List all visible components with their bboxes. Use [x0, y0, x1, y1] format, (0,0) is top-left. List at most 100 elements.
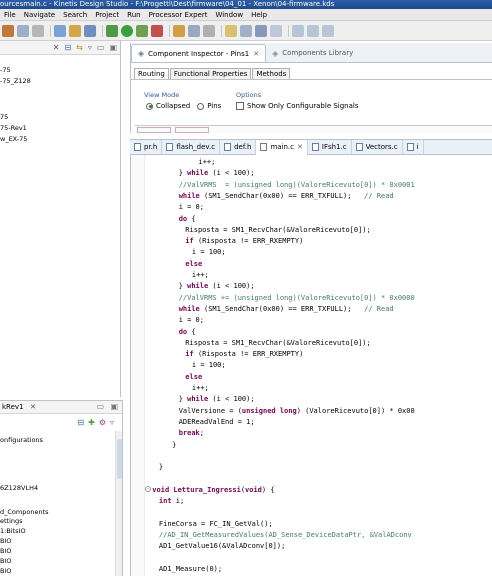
code-line[interactable]: //ValVRMS = (unsigned long)(ValoreRicevu… — [179, 180, 415, 190]
terminal-icon[interactable] — [84, 24, 96, 37]
editor-tab[interactable]: main.c ✕ — [256, 139, 308, 155]
new-icon[interactable] — [17, 24, 29, 37]
editor-tab[interactable]: def.h — [220, 139, 257, 155]
code-line[interactable]: AD1_GetValue16(&ValADconv[0]); — [159, 541, 285, 551]
run-icon[interactable] — [121, 24, 133, 37]
external-tools-icon[interactable] — [136, 24, 148, 37]
code-line[interactable]: ADEReadValEnd = 1; — [179, 417, 255, 427]
column-header[interactable] — [175, 127, 209, 133]
forward-icon[interactable] — [322, 24, 334, 37]
code-line[interactable]: i++; — [192, 270, 209, 280]
vertical-scrollbar[interactable] — [115, 431, 122, 576]
component-tree-item[interactable]: BIO — [0, 537, 12, 545]
collapsed-radio[interactable] — [146, 102, 153, 110]
subtab-functional-properties[interactable]: Functional Properties — [169, 68, 252, 79]
debug-icon[interactable] — [106, 24, 118, 37]
collapse-all-icon[interactable]: ⊟ — [77, 418, 84, 427]
component-tree-item[interactable]: BIO — [0, 557, 12, 565]
code-line[interactable]: i++; — [199, 157, 216, 167]
close-icon[interactable]: ✕ — [30, 401, 36, 413]
code-line[interactable]: else — [185, 372, 202, 382]
code-line[interactable]: //ValVRMS += (unsigned long)(ValoreRicev… — [179, 293, 415, 303]
close-icon[interactable]: ✕ — [297, 143, 303, 151]
maximize-icon[interactable]: ▣ — [109, 43, 117, 52]
code-line[interactable]: } — [172, 440, 176, 450]
project-tree-item[interactable]: -75_Z128 — [0, 77, 31, 85]
code-line[interactable]: Risposta = SM1_RecvChar(&ValoreRicevuto[… — [185, 225, 370, 235]
build-icon[interactable] — [2, 24, 14, 37]
menu-navigate[interactable]: Navigate — [20, 11, 59, 19]
code-line[interactable]: while (SM1_SendChar(0x00) == ERR_TXFULL)… — [179, 191, 394, 201]
code-line[interactable]: } — [159, 462, 163, 472]
copy-icon[interactable] — [54, 24, 66, 37]
show-whitespace-icon[interactable] — [255, 24, 267, 37]
code-line[interactable]: do { — [179, 214, 196, 224]
code-line[interactable]: int i; — [159, 496, 184, 506]
project-tree-item[interactable]: 75 — [0, 113, 8, 121]
project-tree-item[interactable]: 75-Rev1 — [0, 124, 27, 132]
collapse-all-icon[interactable]: ⊟ — [64, 43, 71, 52]
tab-components-library[interactable]: ◈ Components Library — [266, 44, 359, 62]
code-editor[interactable]: - i++;} while (i < 100);//ValVRMS = (uns… — [130, 155, 492, 576]
search-icon[interactable] — [188, 24, 200, 37]
code-line[interactable]: if (Risposta != ERR_RXEMPTY) — [185, 236, 303, 246]
code-line[interactable]: ValVersione = (unsigned long) (ValoreRic… — [179, 406, 415, 416]
editor-tab[interactable]: flash_dev.c — [162, 139, 221, 155]
minimize-icon[interactable]: ▭ — [96, 401, 104, 413]
view-menu-icon[interactable]: ▿ — [110, 418, 114, 427]
component-tree-item[interactable]: BIO — [0, 547, 12, 555]
components-tab[interactable]: kRev1 — [2, 403, 24, 411]
editor-tab[interactable]: i — [403, 139, 424, 155]
code-line[interactable]: AD1_Measure(0); — [159, 564, 222, 574]
code-line[interactable]: } while (i < 100); — [179, 168, 255, 178]
code-line[interactable]: else — [185, 259, 202, 269]
scrollbar-thumb[interactable] — [117, 439, 122, 479]
maximize-icon[interactable]: ▣ — [110, 401, 118, 413]
pins-radio[interactable] — [197, 102, 205, 110]
code-line[interactable]: Risposta = SM1_RecvChar(&ValoreRicevuto[… — [185, 338, 370, 348]
code-line[interactable]: } while (i < 100); — [179, 394, 255, 404]
component-tree-item[interactable]: 1:BitsIO — [0, 527, 26, 535]
generate-code-icon[interactable]: ⚙ — [99, 418, 106, 427]
code-line[interactable]: if (Risposta != ERR_RXEMPTY) — [185, 349, 303, 359]
project-tree-item[interactable]: -75 — [0, 66, 11, 74]
block-selection-icon[interactable] — [270, 24, 282, 37]
menu-processor-expert[interactable]: Processor Expert — [145, 11, 212, 19]
menu-project[interactable]: Project — [91, 11, 123, 19]
tab-component-inspector[interactable]: ◈ Component Inspector - Pins1 ✕ — [131, 44, 267, 62]
project-tree-item[interactable]: w_EX-75 — [0, 135, 27, 143]
code-line[interactable]: } while (i < 100); — [179, 281, 255, 291]
editor-tab[interactable]: IFsh1.c — [308, 139, 352, 155]
code-line[interactable]: //AD_IN_GetMeasuredValues(AD_Sense_Devic… — [159, 530, 412, 540]
close-icon[interactable]: ✕ — [53, 43, 60, 52]
menu-file[interactable]: File — [0, 11, 20, 19]
component-tree-item[interactable]: 6Z128VLH4 — [0, 484, 38, 492]
editor-tab[interactable]: pr.h — [130, 139, 163, 155]
code-line[interactable]: i = 0; — [179, 315, 204, 325]
show-only-configurable-checkbox[interactable] — [236, 102, 244, 110]
back-icon[interactable] — [307, 24, 319, 37]
menu-window[interactable]: Window — [211, 11, 247, 19]
component-tree-item[interactable]: onfigurations — [0, 436, 43, 444]
code-line[interactable]: FineCorsa = FC_IN_GetVal(); — [159, 519, 273, 529]
code-line[interactable]: do { — [179, 327, 196, 337]
code-line[interactable]: break; — [179, 428, 204, 438]
editor-tab[interactable]: Vectors.c — [352, 139, 403, 155]
fold-icon[interactable]: - — [145, 486, 151, 492]
save-icon[interactable] — [32, 24, 44, 37]
open-folder-icon[interactable] — [69, 24, 81, 37]
component-tree-item[interactable]: ettings — [0, 517, 23, 525]
code-line[interactable]: i = 100; — [192, 247, 226, 257]
column-header[interactable] — [137, 127, 171, 133]
code-line[interactable]: while (SM1_SendChar(0x00) == ERR_TXFULL)… — [179, 304, 394, 314]
code-line[interactable]: i = 100; — [192, 360, 226, 370]
menu-help[interactable]: Help — [247, 11, 271, 19]
code-line[interactable]: i = 0; — [179, 202, 204, 212]
code-line[interactable]: void Lettura_Ingressi(void) { — [152, 485, 274, 495]
component-tree-item[interactable]: d_Components — [0, 508, 49, 516]
pin-icon[interactable] — [225, 24, 237, 37]
minimize-icon[interactable]: ▭ — [97, 43, 105, 52]
menu-run[interactable]: Run — [123, 11, 144, 19]
component-tree-item[interactable]: BIO — [0, 567, 12, 575]
stop-icon[interactable] — [151, 24, 163, 37]
